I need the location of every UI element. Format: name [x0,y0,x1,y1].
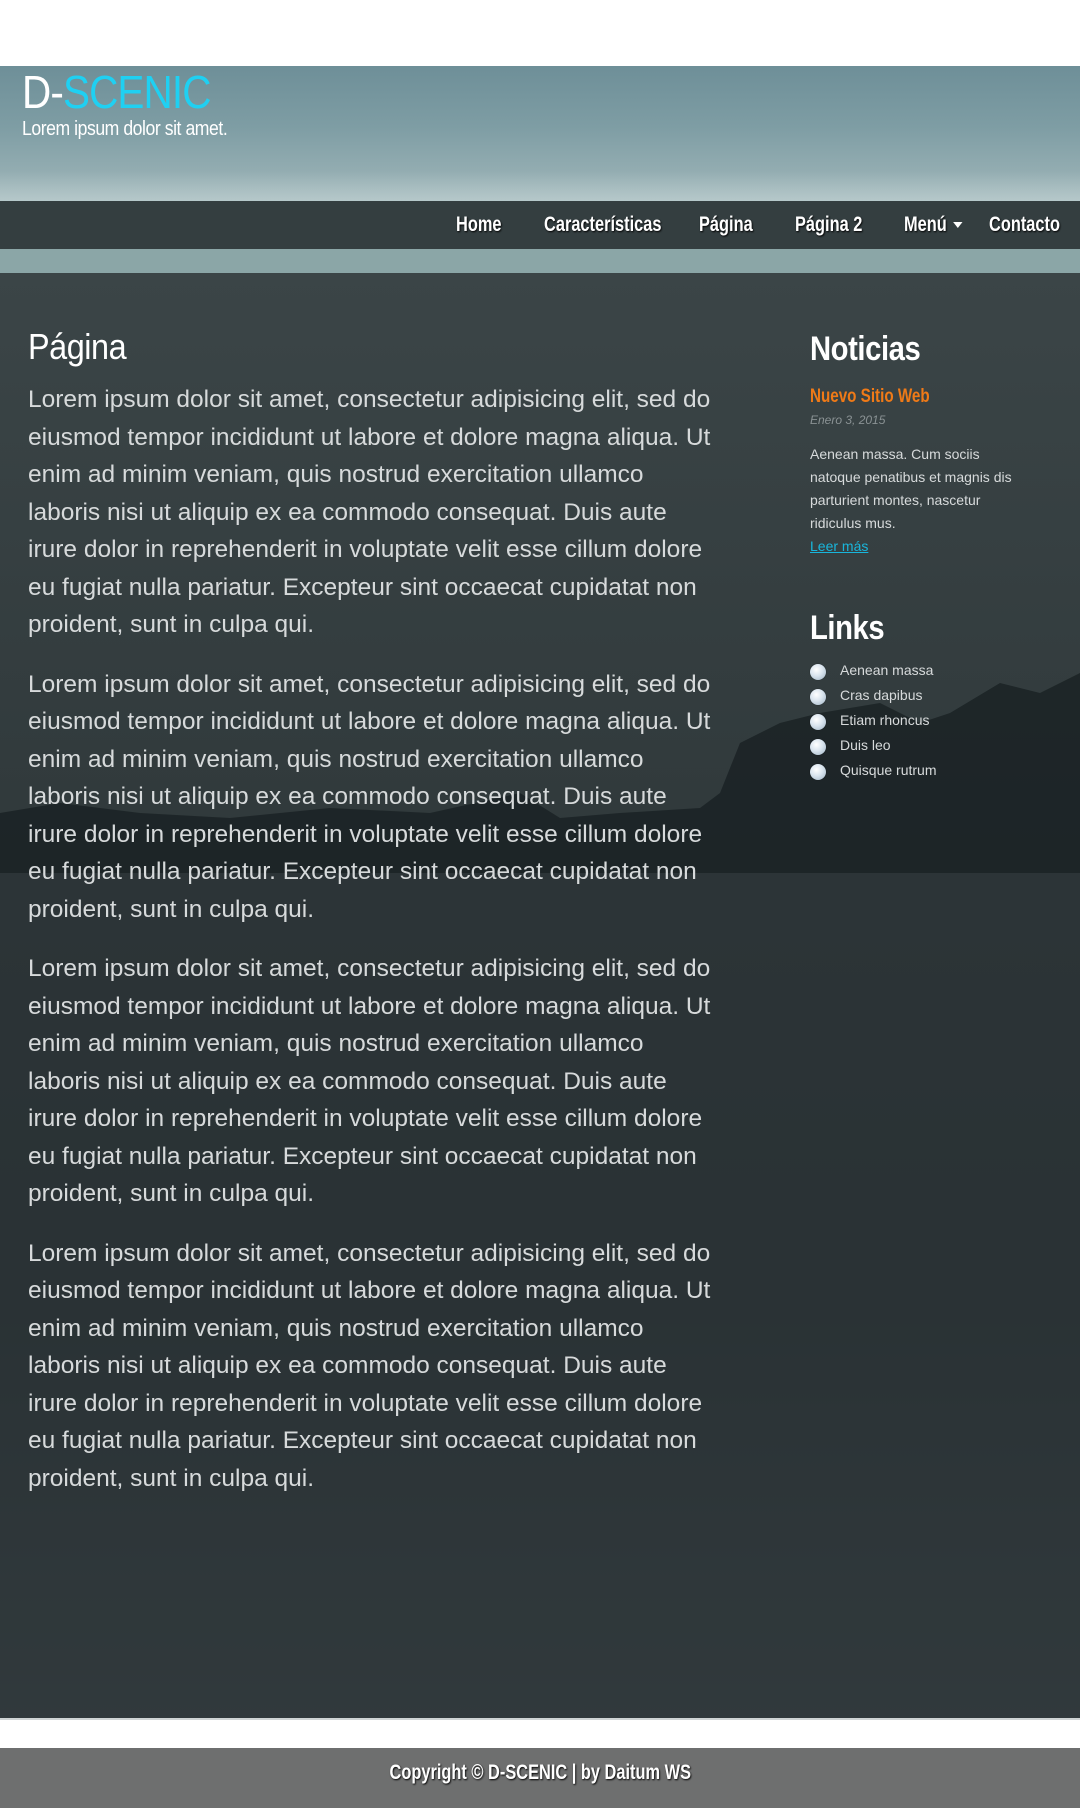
page-title: Página [28,326,127,367]
link-label: Cras dapibus [840,687,923,703]
link-label: Duis leo [840,737,891,753]
page-content: Página Lorem ipsum dolor sit amet, conse… [28,325,728,1519]
main-area: Página Lorem ipsum dolor sit amet, conse… [0,273,1080,1718]
nav-item-caracteristicas[interactable]: Características [544,201,661,249]
caret-down-icon [953,222,963,229]
logo-part-2: SCENIC [62,66,212,118]
bullet-icon [810,689,826,705]
bullet-icon [810,739,826,755]
main-nav: Home Características Página Página 2 Men… [0,201,1080,249]
nav-item-home[interactable]: Home [456,201,502,249]
sidebar: Noticias Nuevo Sitio Web Enero 3, 2015 A… [810,329,1050,783]
read-more-link[interactable]: Leer más [810,538,868,554]
link-item[interactable]: Aenean massa [810,658,1050,683]
link-item[interactable]: Quisque rutrum [810,758,1050,783]
copyright-text: Copyright © D-SCENIC | by Daitum WS [389,1761,691,1784]
site-tagline: Lorem ipsum dolor sit amet. [22,118,228,140]
links-list: Aenean massa Cras dapibus Etiam rhoncus … [810,658,1050,783]
site-logo[interactable]: D-SCENIC [22,66,212,118]
news-item-date: Enero 3, 2015 [810,413,886,427]
nav-item-menu[interactable]: Menú [904,201,963,249]
link-label: Aenean massa [840,662,934,678]
news-item-text: Aenean massa. Cum sociis natoque penatib… [810,446,1012,531]
nav-item-pagina-2[interactable]: Página 2 [795,201,862,249]
logo-part-1: D- [22,66,64,118]
link-label: Quisque rutrum [840,762,937,778]
footer-spacer [0,1718,1080,1748]
links-heading: Links [810,609,885,647]
nav-item-pagina[interactable]: Página [699,201,753,249]
content-paragraph: Lorem ipsum dolor sit amet, consectetur … [28,955,711,1207]
site-footer: Copyright © D-SCENIC | by Daitum WS [0,1748,1080,1808]
link-item[interactable]: Cras dapibus [810,683,1050,708]
news-heading: Noticias [810,330,921,368]
nav-divider-strip [0,249,1080,273]
content-paragraph: Lorem ipsum dolor sit amet, consectetur … [28,386,711,638]
bullet-icon [810,764,826,780]
nav-item-contacto[interactable]: Contacto [989,201,1060,249]
content-paragraph: Lorem ipsum dolor sit amet, consectetur … [28,670,711,923]
link-item[interactable]: Duis leo [810,733,1050,758]
bullet-icon [810,714,826,730]
site-header: D-SCENIC Lorem ipsum dolor sit amet. [0,66,1080,201]
bullet-icon [810,664,826,680]
content-paragraph: Lorem ipsum dolor sit amet, consectetur … [28,1239,711,1492]
link-item[interactable]: Etiam rhoncus [810,708,1050,733]
link-label: Etiam rhoncus [840,712,930,728]
news-item-title[interactable]: Nuevo Sitio Web [810,385,1002,409]
nav-item-menu-label: Menú [904,213,947,236]
